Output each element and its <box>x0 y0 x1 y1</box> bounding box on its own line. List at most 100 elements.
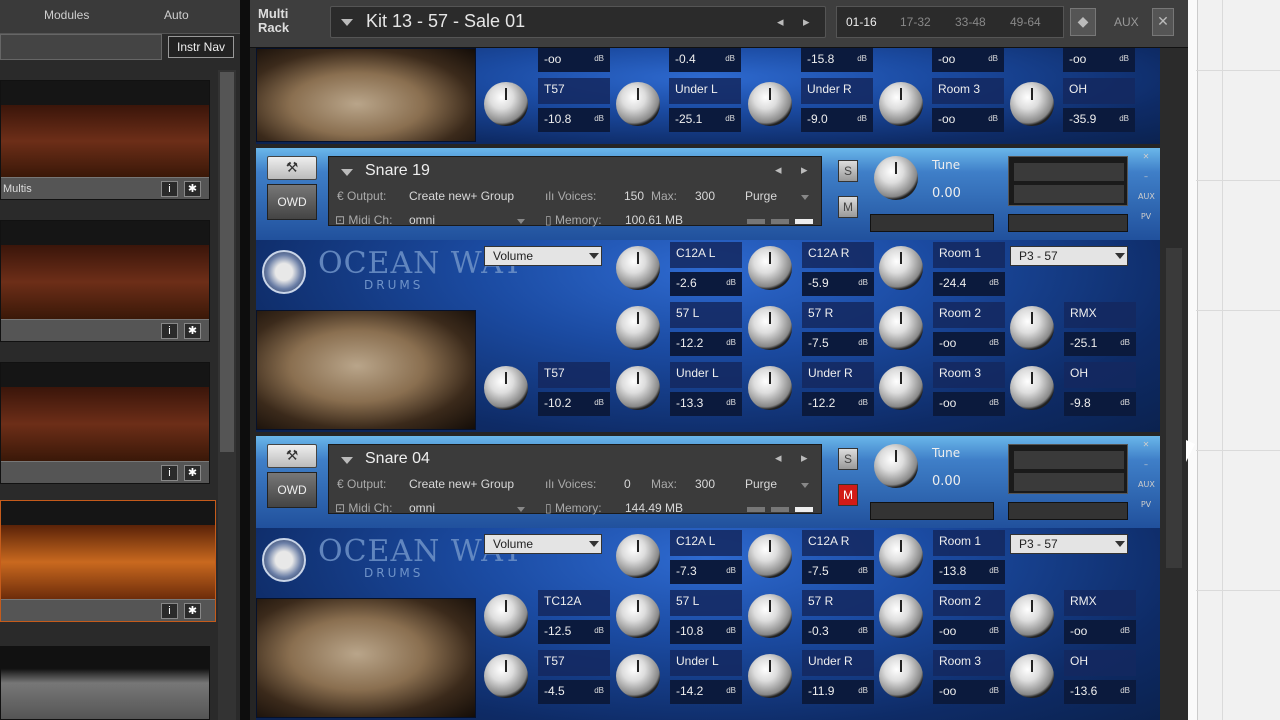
chevron-down-icon[interactable] <box>341 19 353 26</box>
panel-divider[interactable] <box>240 0 250 720</box>
midi-channel-select[interactable]: omni <box>409 213 435 227</box>
aux-icon[interactable]: AUX <box>1138 480 1155 489</box>
browser-path-field[interactable] <box>0 34 162 60</box>
browser-slot[interactable] <box>0 646 210 720</box>
rack-scroll-thumb[interactable] <box>1166 248 1182 568</box>
instrument-logo-button[interactable]: OWD <box>267 472 317 508</box>
browser-slot[interactable]: i ✱ <box>0 220 210 342</box>
kontakt-logo-icon[interactable]: ◆ <box>1070 8 1096 36</box>
chevron-down-icon[interactable] <box>801 483 809 488</box>
volume-slider[interactable] <box>1008 502 1128 520</box>
volume-knob[interactable] <box>616 246 660 290</box>
gear-icon[interactable]: ✱ <box>184 603 201 619</box>
gear-icon[interactable]: ✱ <box>184 465 201 481</box>
tune-knob[interactable] <box>874 156 918 200</box>
minimize-instrument-icon[interactable]: – <box>1138 460 1154 469</box>
info-icon[interactable]: i <box>161 181 178 197</box>
preset-dropdown[interactable]: P3 - 57 <box>1010 534 1128 554</box>
volume-knob[interactable] <box>1010 654 1054 698</box>
browser-scrollbar[interactable] <box>218 70 236 720</box>
wrench-icon[interactable]: ⚒ <box>267 444 317 468</box>
volume-knob[interactable] <box>484 366 528 410</box>
mute-button[interactable]: M <box>838 484 858 506</box>
volume-knob[interactable] <box>879 82 923 126</box>
instrument-name[interactable]: Snare 19 <box>365 162 430 180</box>
prev-instrument-icon[interactable]: ◂ <box>775 163 782 178</box>
rack-scrollbar[interactable] <box>1160 48 1188 720</box>
volume-knob[interactable] <box>748 594 792 638</box>
purge-menu[interactable]: Purge <box>745 477 777 491</box>
next-instrument-icon[interactable]: ▸ <box>801 163 808 178</box>
volume-knob[interactable] <box>484 654 528 698</box>
volume-knob[interactable] <box>748 534 792 578</box>
pv-icon[interactable]: PV <box>1138 212 1154 221</box>
next-multi-icon[interactable]: ▸ <box>803 15 810 30</box>
chevron-down-icon[interactable] <box>517 219 525 224</box>
chevron-down-icon[interactable] <box>341 457 353 464</box>
page-tab-49-64[interactable]: 49-64 <box>1010 15 1041 29</box>
page-tab-01-16[interactable]: 01-16 <box>846 15 877 29</box>
volume-knob[interactable] <box>1010 366 1054 410</box>
solo-button[interactable]: S <box>838 160 858 182</box>
volume-knob[interactable] <box>484 82 528 126</box>
volume-knob[interactable] <box>484 594 528 638</box>
chevron-down-icon[interactable] <box>341 169 353 176</box>
volume-knob[interactable] <box>748 246 792 290</box>
pan-slider[interactable] <box>870 502 994 520</box>
close-rack-icon[interactable]: ✕ <box>1152 8 1174 36</box>
wrench-icon[interactable]: ⚒ <box>267 156 317 180</box>
info-icon[interactable]: i <box>161 603 178 619</box>
output-select[interactable]: Create new+ Group <box>409 189 514 203</box>
volume-knob[interactable] <box>1010 82 1054 126</box>
info-icon[interactable]: i <box>161 465 178 481</box>
volume-knob[interactable] <box>879 246 923 290</box>
page-tab-33-48[interactable]: 33-48 <box>955 15 986 29</box>
browser-scroll-thumb[interactable] <box>220 72 234 452</box>
pv-icon[interactable]: PV <box>1138 500 1154 509</box>
volume-knob[interactable] <box>748 82 792 126</box>
close-instrument-icon[interactable]: ✕ <box>1138 440 1154 449</box>
volume-knob[interactable] <box>879 654 923 698</box>
chevron-down-icon[interactable] <box>517 507 525 512</box>
volume-knob[interactable] <box>616 594 660 638</box>
volume-knob[interactable] <box>1010 594 1054 638</box>
chevron-down-icon[interactable] <box>801 195 809 200</box>
volume-knob[interactable] <box>748 654 792 698</box>
purge-menu[interactable]: Purge <box>745 189 777 203</box>
preset-dropdown[interactable]: P3 - 57 <box>1010 246 1128 266</box>
volume-knob[interactable] <box>748 366 792 410</box>
info-icon[interactable]: i <box>161 323 178 339</box>
volume-knob[interactable] <box>748 306 792 350</box>
aux-button[interactable]: AUX <box>1114 15 1139 29</box>
midi-channel-select[interactable]: omni <box>409 501 435 515</box>
page-tab-17-32[interactable]: 17-32 <box>900 15 931 29</box>
gear-icon[interactable]: ✱ <box>184 323 201 339</box>
volume-knob[interactable] <box>879 534 923 578</box>
volume-knob[interactable] <box>879 594 923 638</box>
next-instrument-icon[interactable]: ▸ <box>801 451 808 466</box>
gear-icon[interactable]: ✱ <box>184 181 201 197</box>
volume-knob[interactable] <box>879 366 923 410</box>
volume-slider[interactable] <box>1008 214 1128 232</box>
volume-knob[interactable] <box>616 366 660 410</box>
volume-knob[interactable] <box>879 306 923 350</box>
solo-button[interactable]: S <box>838 448 858 470</box>
browser-slot[interactable]: i ✱ <box>0 362 210 484</box>
instrument-logo-button[interactable]: OWD <box>267 184 317 220</box>
volume-dropdown[interactable]: Volume <box>484 534 602 554</box>
close-instrument-icon[interactable]: ✕ <box>1138 152 1154 161</box>
minimize-instrument-icon[interactable]: – <box>1138 172 1154 181</box>
browser-slot-selected[interactable]: i ✱ <box>0 500 216 622</box>
prev-multi-icon[interactable]: ◂ <box>777 15 784 30</box>
tune-knob[interactable] <box>874 444 918 488</box>
max-voices-field[interactable]: 300 <box>695 189 715 203</box>
volume-knob[interactable] <box>616 654 660 698</box>
instrument-name[interactable]: Snare 04 <box>365 450 430 468</box>
tab-modules[interactable]: Modules <box>44 8 89 22</box>
tab-auto[interactable]: Auto <box>164 8 189 22</box>
prev-instrument-icon[interactable]: ◂ <box>775 451 782 466</box>
instr-nav-button[interactable]: Instr Nav <box>168 36 234 58</box>
pan-slider[interactable] <box>870 214 994 232</box>
volume-dropdown[interactable]: Volume <box>484 246 602 266</box>
max-voices-field[interactable]: 300 <box>695 477 715 491</box>
